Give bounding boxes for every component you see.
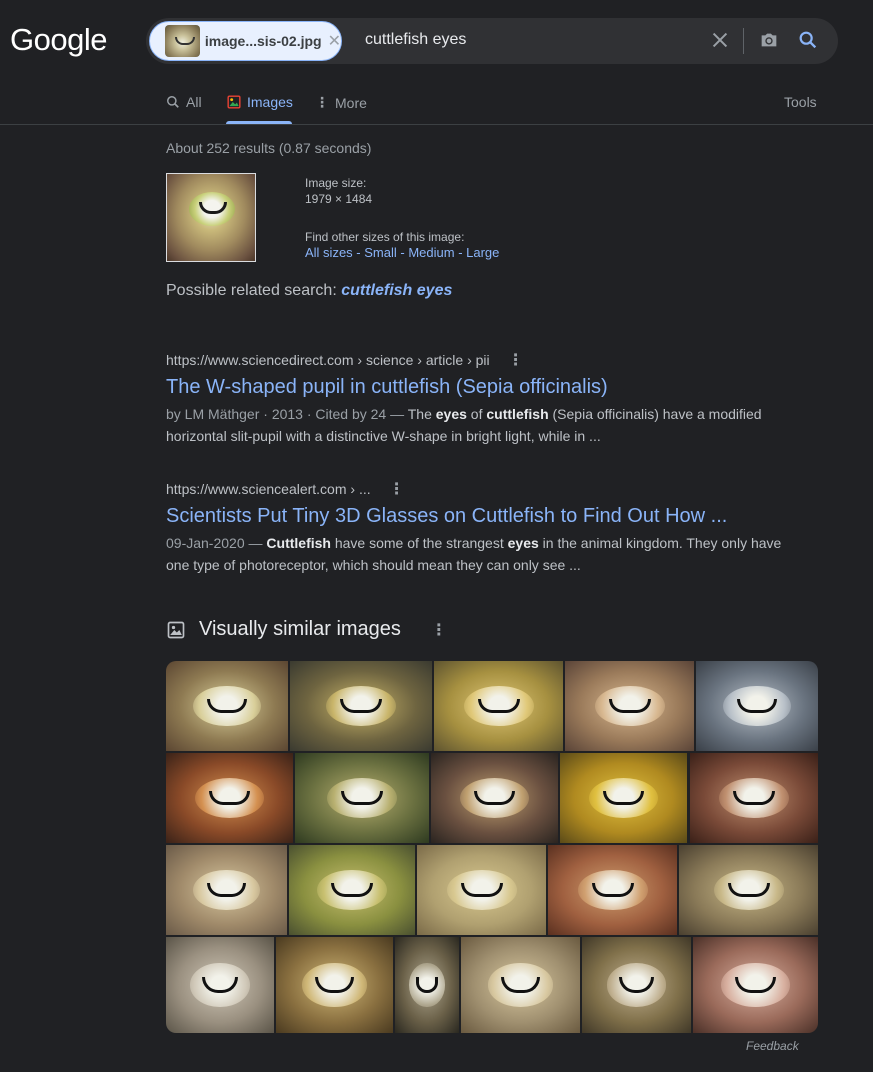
source-image-thumbnail[interactable] [166, 173, 256, 262]
result-url[interactable]: https://www.sciencedirect.com › science … [166, 350, 786, 370]
similar-image-thumbnail[interactable] [166, 661, 288, 751]
pupil-shape [477, 698, 520, 714]
image-size-value: 1979 × 1484 [305, 192, 373, 206]
similar-image-thumbnail[interactable] [434, 661, 563, 751]
result-url-text: https://www.sciencealert.com › ... [166, 481, 371, 497]
pupil-shape [591, 882, 634, 898]
image-info: Image size: 1979 × 1484 Find other sizes… [305, 175, 499, 261]
chip-remove-icon[interactable]: ✕ [328, 31, 341, 51]
snippet-bold: eyes [507, 535, 539, 551]
close-icon[interactable] [709, 29, 731, 51]
tab-images-label: Images [247, 94, 293, 110]
result-snippet: by LM Mäthger · 2013 · Cited by 24 — The… [166, 403, 786, 447]
pupil-shape [416, 977, 438, 993]
all-sizes-link[interactable]: All sizes [305, 245, 353, 260]
pupil-shape [460, 882, 503, 898]
image-icon [167, 621, 185, 638]
tab-more-label: More [335, 94, 367, 111]
image-icon [227, 95, 241, 109]
divider [743, 28, 744, 54]
similar-image-thumbnail[interactable] [565, 661, 694, 751]
similar-image-thumbnail[interactable] [431, 753, 558, 843]
sep: - [454, 245, 467, 260]
snippet-text: The [407, 406, 436, 422]
tab-bar: All Images ⋮ More Tools [0, 80, 873, 125]
result-snippet: 09-Jan-2020 — Cuttlefish have some of th… [166, 532, 786, 576]
header: Google image...sis-02.jpg ✕ cuttlefish e… [0, 0, 873, 80]
snippet-bold: eyes [435, 406, 467, 422]
tools-button[interactable]: Tools [784, 94, 817, 110]
more-vert-icon[interactable]: ⋮ [431, 620, 447, 640]
google-logo[interactable]: Google [10, 22, 107, 58]
feedback-link[interactable]: Feedback [746, 1039, 799, 1053]
visually-similar-header: Visually similar images ⋮ [166, 618, 447, 641]
more-vert-icon: ⋮ [315, 94, 329, 110]
result-title-link[interactable]: Scientists Put Tiny 3D Glasses on Cuttle… [166, 505, 786, 528]
tools-label: Tools [784, 94, 817, 110]
similar-image-thumbnail[interactable] [548, 845, 677, 935]
medium-size-link[interactable]: Medium [408, 245, 454, 260]
result-meta: by LM Mäthger · 2013 · Cited by 24 — [166, 406, 408, 422]
tab-all-label: All [186, 94, 202, 110]
similar-image-thumbnail[interactable] [395, 937, 459, 1033]
pupil-shape [727, 882, 770, 898]
search-query[interactable]: cuttlefish eyes [365, 31, 466, 49]
similar-image-thumbnail[interactable] [693, 937, 818, 1033]
similar-image-thumbnail[interactable] [582, 937, 691, 1033]
related-search: Possible related search: cuttlefish eyes [166, 282, 452, 300]
sep: - [396, 245, 409, 260]
similar-image-thumbnail[interactable] [166, 845, 287, 935]
similar-image-thumbnail[interactable] [679, 845, 818, 935]
sep: - [352, 245, 365, 260]
pupil-shape [608, 698, 651, 714]
visually-similar-grid [166, 661, 818, 1033]
similar-image-thumbnail[interactable] [461, 937, 580, 1033]
similar-image-thumbnail[interactable] [690, 753, 818, 843]
similar-image-thumbnail[interactable] [560, 753, 687, 843]
visually-similar-title: Visually similar images [199, 618, 401, 640]
similar-image-thumbnail[interactable] [289, 845, 415, 935]
tab-images[interactable]: Images [227, 94, 293, 110]
result-meta: 09-Jan-2020 — [166, 535, 267, 551]
tab-more[interactable]: ⋮ More [315, 94, 367, 111]
image-size-label: Image size: [305, 176, 367, 190]
search-result: https://www.sciencedirect.com › science … [166, 350, 786, 447]
search-icon [167, 96, 179, 108]
snippet-text: of [466, 406, 487, 422]
similar-image-thumbnail[interactable] [166, 753, 293, 843]
small-size-link[interactable]: Small [364, 245, 397, 260]
search-icon[interactable] [797, 29, 819, 51]
similar-image-thumbnail[interactable] [276, 937, 393, 1033]
tab-all[interactable]: All [166, 94, 202, 110]
related-search-label: Possible related search: [166, 282, 342, 299]
active-tab-indicator [226, 121, 292, 124]
similar-image-thumbnail[interactable] [696, 661, 818, 751]
result-title-link[interactable]: The W-shaped pupil in cuttlefish (Sepia … [166, 376, 786, 399]
similar-image-thumbnail[interactable] [290, 661, 432, 751]
camera-icon[interactable] [758, 29, 780, 51]
size-links: All sizes - Small - Medium - Large [305, 245, 499, 261]
snippet-text: have some of the strangest [330, 535, 508, 551]
result-url[interactable]: https://www.sciencealert.com › ... ⋮ [166, 479, 786, 499]
search-box[interactable]: image...sis-02.jpg ✕ cuttlefish eyes [146, 18, 838, 64]
similar-image-thumbnail[interactable] [417, 845, 546, 935]
related-search-link[interactable]: cuttlefish eyes [341, 282, 452, 299]
search-image-chip[interactable]: image...sis-02.jpg ✕ [149, 21, 342, 61]
similar-image-thumbnail[interactable] [166, 937, 274, 1033]
large-size-link[interactable]: Large [466, 245, 499, 260]
other-sizes-label: Find other sizes of this image: [305, 230, 465, 244]
more-vert-icon[interactable]: ⋮ [389, 479, 405, 499]
similar-image-thumbnail[interactable] [295, 753, 429, 843]
snippet-bold: cuttlefish [486, 406, 549, 422]
more-vert-icon[interactable]: ⋮ [508, 350, 524, 370]
result-url-text: https://www.sciencedirect.com › science … [166, 352, 490, 368]
result-stats: About 252 results (0.87 seconds) [166, 140, 372, 156]
snippet-bold: Cuttlefish [266, 535, 331, 551]
chip-filename: image...sis-02.jpg [204, 33, 322, 49]
search-result: https://www.sciencealert.com › ... ⋮ Sci… [166, 479, 786, 576]
chip-thumbnail [165, 25, 200, 57]
